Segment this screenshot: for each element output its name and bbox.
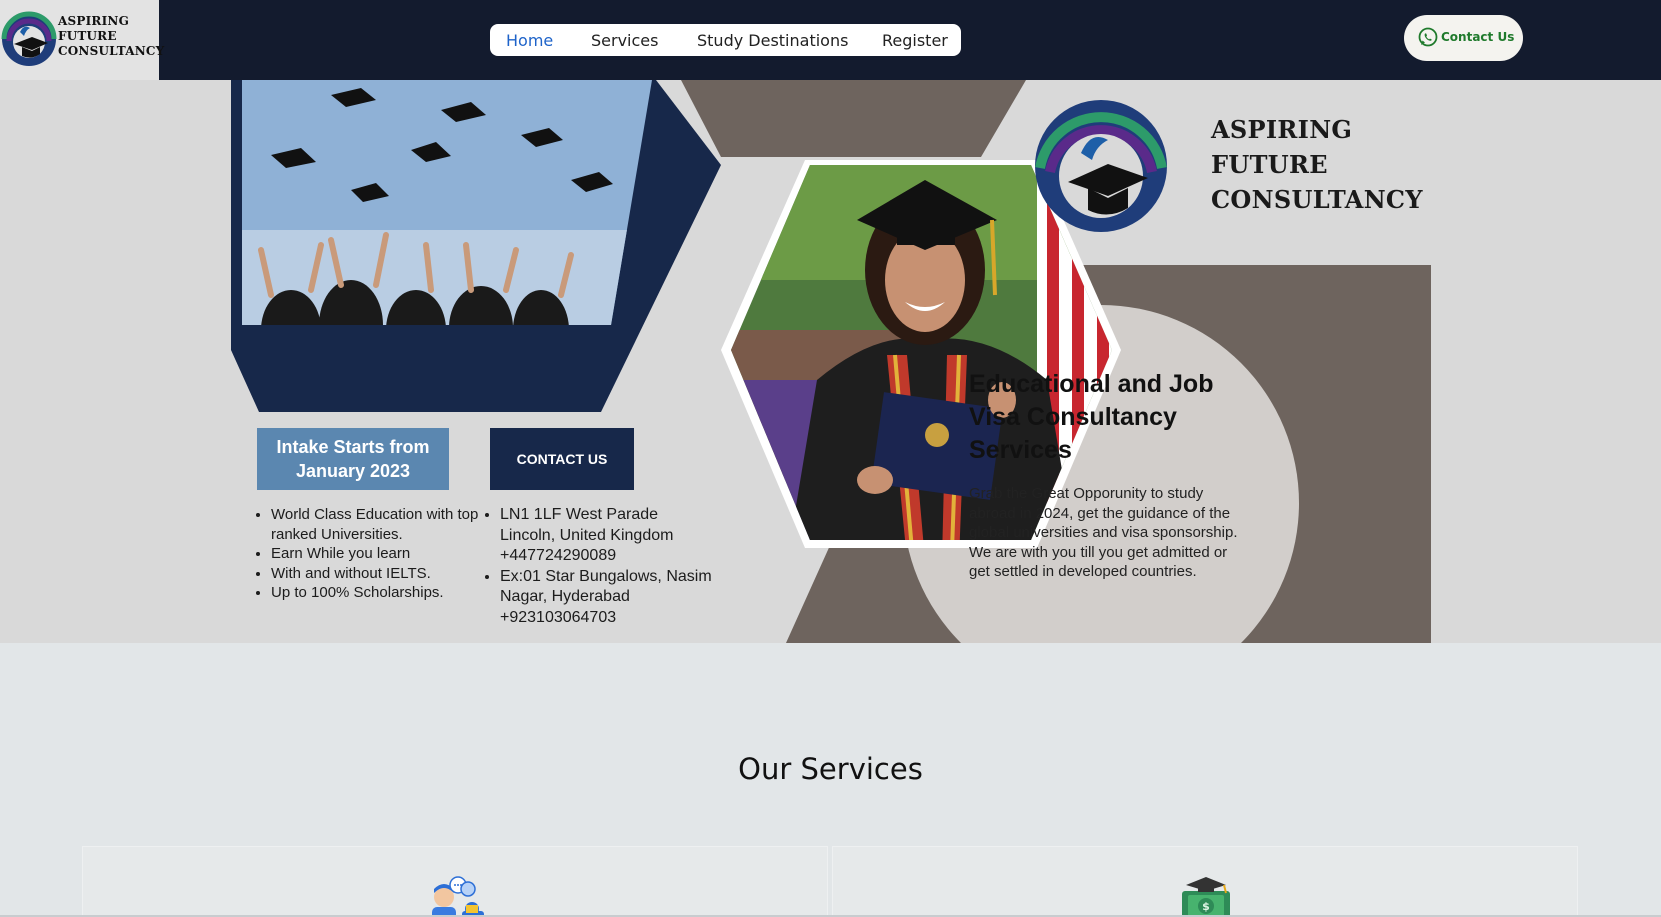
logo-line: ASPIRING: [58, 14, 130, 28]
logo-line: FUTURE: [58, 29, 117, 43]
contact-heading: CONTACT US: [490, 428, 634, 490]
service-card[interactable]: [82, 846, 828, 917]
intake-banner: Intake Starts from January 2023: [257, 428, 449, 490]
list-item: LN1 1LF West Parade Lincoln, United King…: [500, 505, 712, 567]
brand-line: ASPIRING: [1211, 115, 1353, 144]
list-item: With and without IELTS.: [271, 564, 483, 584]
hero-title: Educational and Job Visa Consultancy Ser…: [969, 370, 1214, 464]
nav-link-home[interactable]: Home: [506, 31, 553, 50]
brand-line: FUTURE: [1211, 150, 1328, 179]
svg-text:$: $: [1202, 900, 1210, 913]
consultation-people-icon: [432, 876, 484, 917]
nav-link-register[interactable]: Register: [882, 31, 948, 50]
nav-link-services[interactable]: Services: [591, 31, 658, 50]
contact-us-button[interactable]: Contact Us: [1404, 15, 1523, 61]
brand-name: ASPIRING FUTURE CONSULTANCY: [1211, 112, 1423, 217]
service-card[interactable]: $: [832, 846, 1578, 917]
hero-section: ASPIRING FUTURE CONSULTANCY Intake Start…: [0, 80, 1661, 643]
hero-description: Grab the Great Opporunity to study abroa…: [969, 485, 1238, 580]
hero-flyer-image: ASPIRING FUTURE CONSULTANCY Intake Start…: [231, 80, 1431, 643]
logo-line: CONSULTANCY: [58, 44, 165, 58]
features-list: World Class Education with top ranked Un…: [253, 505, 483, 603]
nav-link-study-destinations[interactable]: Study Destinations: [697, 31, 848, 50]
services-heading: Our Services: [738, 752, 923, 786]
list-item: Up to 100% Scholarships.: [271, 583, 483, 603]
graduation-money-icon: $: [1182, 877, 1230, 917]
navbar: ASPIRING FUTURE CONSULTANCY Home Service…: [0, 0, 1661, 80]
list-item: Earn While you learn: [271, 544, 483, 564]
graduation-cap-logo-icon: [1, 11, 57, 66]
whatsapp-icon: [1418, 27, 1438, 47]
list-item: Ex:01 Star Bungalows, Nasim Nagar, Hyder…: [500, 567, 712, 629]
logo-text: ASPIRING FUTURE CONSULTANCY: [58, 14, 164, 59]
list-item: World Class Education with top ranked Un…: [271, 505, 483, 544]
main-nav: Home Services Study Destinations Registe…: [490, 24, 961, 56]
site-logo[interactable]: ASPIRING FUTURE CONSULTANCY: [0, 0, 164, 80]
addresses-list: LN1 1LF West Parade Lincoln, United King…: [482, 505, 712, 628]
contact-us-label: Contact Us: [1441, 30, 1515, 44]
brand-line: CONSULTANCY: [1211, 185, 1423, 214]
